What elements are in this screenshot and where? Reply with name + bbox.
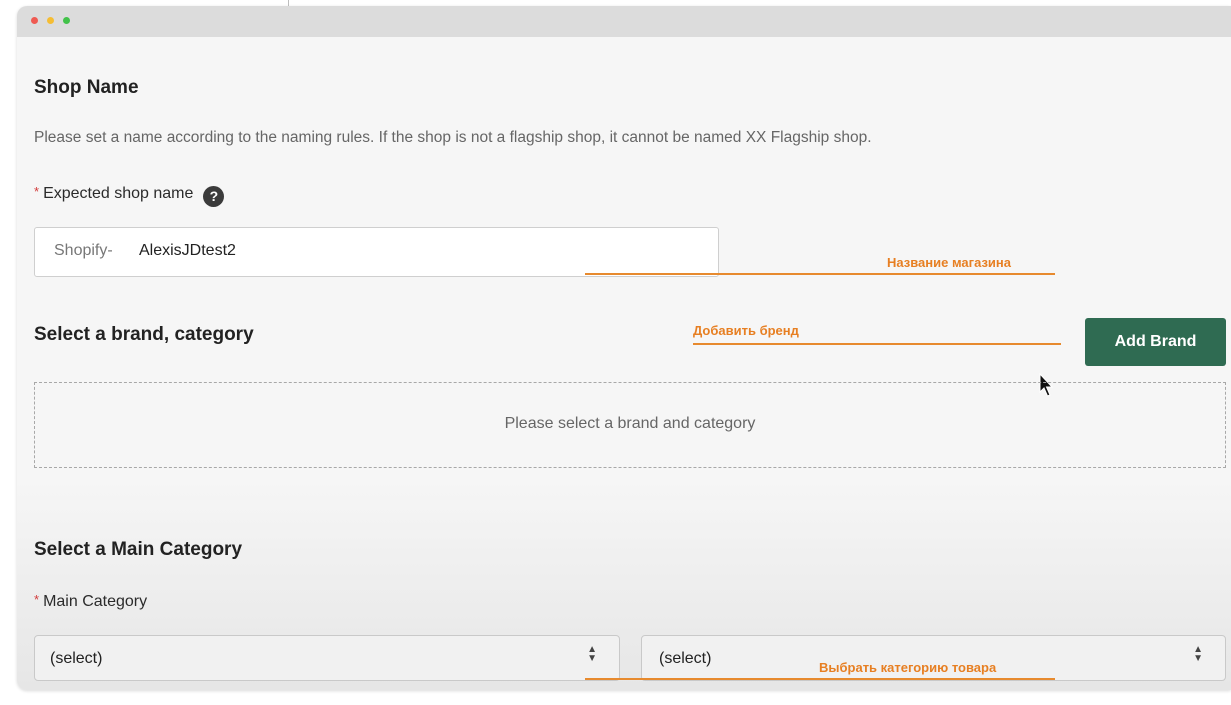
maximize-window-icon[interactable] [63,17,70,24]
required-marker: * [34,184,40,199]
annotation-select-category: Выбрать категорию товара [819,660,997,675]
brand-category-empty-text: Please select a brand and category [504,415,756,432]
brand-category-placeholder-box: Please select a brand and category [34,382,1226,468]
add-brand-button[interactable]: Add Brand [1085,318,1226,366]
required-marker: * [34,592,40,607]
main-category-label: * Main Category [34,592,147,611]
select-1-value: (select) [50,650,103,667]
shop-name-title: Shop Name [34,77,139,98]
up-down-arrows-icon: ▲ ▼ [1193,644,1203,664]
main-category-select-1[interactable]: (select) ▲ ▼ [34,635,620,681]
annotation-add-brand: Добавить бренд [693,323,799,338]
shop-name-prefix: Shopify- [54,242,113,259]
shop-name-description: Please set a name according to the namin… [34,129,872,146]
shop-name-input[interactable]: Shopify- AlexisJDtest2 [34,227,719,277]
annotation-underline-add-brand [693,343,1061,345]
window-titlebar [17,6,1231,37]
up-down-arrows-icon: ▲ ▼ [587,644,597,664]
minimize-window-icon[interactable] [47,17,54,24]
browser-window: Shop Name Please set a name according to… [17,6,1231,690]
annotation-underline-select-category [585,678,1055,680]
main-category-label-text: Main Category [43,593,148,610]
question-circle-icon[interactable]: ? [203,186,225,207]
page-content: Shop Name Please set a name according to… [17,37,1231,690]
close-window-icon[interactable] [31,17,38,24]
select-2-value: (select) [659,650,712,667]
annotation-underline-shop-name [585,273,1055,275]
main-category-title: Select a Main Category [34,539,243,560]
expected-shop-name-label: * Expected shop name? [34,184,225,207]
annotation-shop-name: Название магазина [887,255,1011,270]
brand-section-title: Select a brand, category [34,324,254,345]
expected-shop-name-label-text: Expected shop name [43,185,194,202]
shop-name-value: AlexisJDtest2 [139,242,236,259]
